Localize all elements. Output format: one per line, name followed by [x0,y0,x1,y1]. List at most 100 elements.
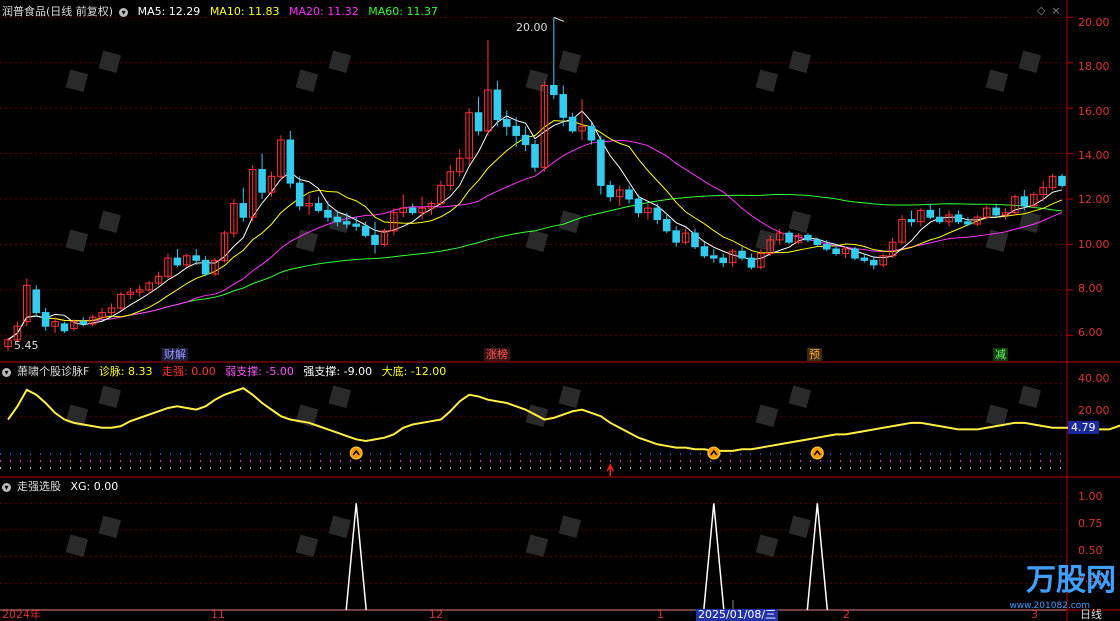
candle-body [521,134,530,146]
crosshair-date: 2025/01/08/三 [696,608,779,621]
diag-header: ▾ 萧啸个股诊脉F 诊脉: 8.33 走强: 0.00 弱支撑: -5.00 强支… [2,365,452,379]
candle-body [371,234,379,245]
candle-body [474,112,483,132]
window-controls: ◇ × [1037,4,1067,18]
y-tick: 1.00 [1078,490,1103,503]
candle-body [719,257,728,264]
candle-body [832,248,840,255]
candle-body [738,250,746,259]
event-label[interactable]: 减 [993,348,1008,361]
diamond-icon[interactable]: ◇ [1037,4,1045,17]
candle-body [239,203,248,218]
event-label[interactable]: 预 [807,348,822,361]
candle-body [258,169,266,193]
candle-body [502,119,511,127]
diag-label: 诊脉: 8.33 [98,365,153,378]
diag-title[interactable]: 萧啸个股诊脉F [17,365,89,378]
y-tick: 10.00 [1078,238,1110,251]
y-tick: 14.00 [1078,149,1110,162]
candle-body [550,84,558,96]
candle-body [851,248,859,259]
high-price-label: 20.00 [516,21,548,34]
y-tick: 20.00 [1078,404,1110,417]
candle-body [625,189,633,200]
candle-body [926,209,935,218]
candle-body [568,116,577,132]
candle-body [653,207,662,220]
candle-body [964,221,972,225]
diag-axis: 40.00 20.00 [1070,364,1120,476]
xg-label: XG: 0.00 [70,480,119,493]
candle-body [691,232,699,248]
ma5-label: MA5: 12.29 [137,5,201,18]
xg-title[interactable]: 走强选股 [17,480,61,493]
candle-body [804,234,812,241]
xg-header: ▾ 走强选股 XG: 0.00 [2,480,124,494]
candle-body [747,257,756,268]
candle-body [531,144,539,168]
watermark-mark: ◆ ◆ [285,501,361,568]
y-tick: 16.00 [1078,105,1110,118]
high-marker [553,16,565,22]
candle-body [907,218,916,223]
y-tick: 6.00 [1078,326,1103,339]
candle-body [597,139,605,186]
candle-body [1058,175,1066,186]
y-tick: 0.75 [1078,517,1103,530]
candle-body [512,125,520,136]
candle-body [314,203,323,211]
candle-body [352,223,360,227]
candle-body [32,289,41,314]
watermark-mark: ◆ ◆ [55,196,131,263]
event-label[interactable]: 涨榜 [484,348,510,361]
candle-body [606,184,615,198]
x-tick: 12 [429,608,443,621]
candle-body [672,230,680,243]
ma10-label: MA10: 11.83 [209,5,280,18]
candle-body [813,239,822,245]
ma20-label: MA20: 11.32 [289,5,359,18]
watermark-mark: ◆ ◆ [745,371,821,438]
candle-body [710,255,718,259]
up-arrow-icon [606,463,614,476]
x-tick: 11 [211,608,225,621]
candle-body [41,312,50,327]
brand-url: www.201082.com [1009,601,1090,611]
y-tick: 40.00 [1078,372,1110,385]
current-value-box: 4.79 [1068,421,1099,434]
candle-body [342,221,351,225]
strong-label: 走强: 0.00 [162,365,216,378]
price-axis: 20.00 18.00 16.00 14.00 12.00 10.00 8.00… [1070,0,1120,360]
candle-body [79,321,88,325]
close-icon[interactable]: × [1051,4,1060,17]
indicator-toggle-icon[interactable]: ▾ [2,482,11,492]
watermark-mark: ◆ ◆ [55,501,131,568]
watermark-mark: ◆ ◆ [55,36,131,103]
settings-circle-icon[interactable]: ▾ [119,7,129,17]
candle-body [662,218,671,232]
watermark-mark: ◆ ◆ [515,501,591,568]
candle-body [408,207,417,214]
candle-body [700,246,709,257]
candle-body [992,207,1000,216]
bottom-label: 大底: -12.00 [381,365,447,378]
y-tick: 20.00 [1078,16,1110,29]
ma60-label: MA60: 11.37 [368,5,438,18]
stock-label[interactable]: 润普食品(日线 前复权) [2,5,113,18]
event-label[interactable]: 财解 [162,348,188,361]
weak-support-label: 弱支撑: -5.00 [225,365,294,378]
candle-body [361,225,370,236]
signal-circle-icon [707,446,721,460]
indicator-toggle-icon[interactable]: ▾ [2,367,11,377]
watermark-mark: ◆ ◆ [285,36,361,103]
low-price-label: 5.45 [14,339,39,352]
candle-body [822,243,831,250]
candle-body [333,216,342,223]
watermark-mark: ◆ ◆ [745,501,821,568]
candle-body [869,259,878,266]
signal-circle-icon [349,446,363,460]
stock-chart[interactable]: ◆ ◆ ◆ ◆ ◆ ◆ ◆ ◆ ◆ ◆ ◆ ◆ ◆ ◆ ◆ ◆ ◆ ◆ ◆ ◆ ◆ ◆ ◆ ◆ ◆ ◆ ◆… [0,0,1120,621]
x-tick: 2024年 [2,608,41,621]
strong-support-label: 强支撑: -9.00 [303,365,373,378]
candle-body [860,257,869,261]
